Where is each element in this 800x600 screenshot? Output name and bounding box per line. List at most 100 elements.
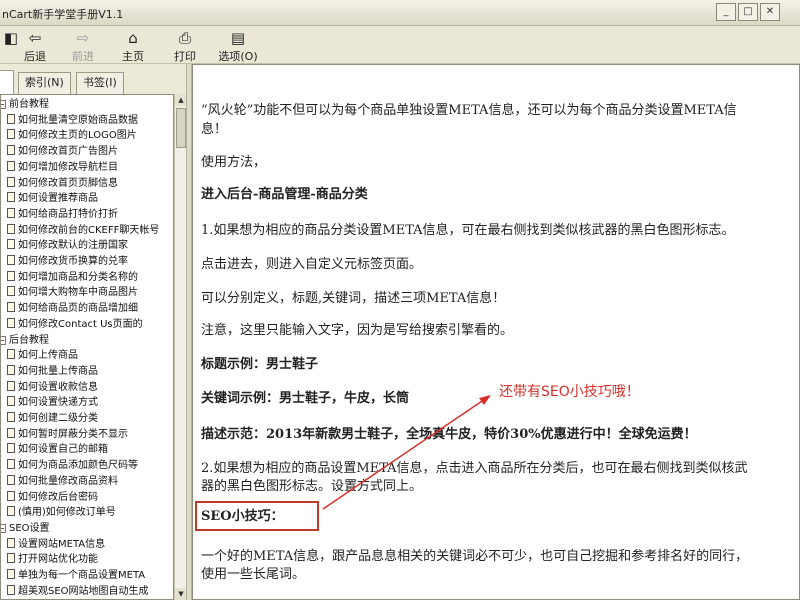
document-icon	[7, 537, 15, 548]
tree-item[interactable]: 如何增加修改导航栏目	[7, 160, 118, 175]
window-title: nCart新手学堂手册V1.1	[2, 8, 124, 21]
tree-folder[interactable]: −SEO设置	[1, 521, 50, 536]
document-icon	[7, 239, 15, 250]
nav-tabs: 目录 索引(N) 书签(I)	[0, 70, 186, 95]
tree-item-label: 如何修改主页的LOGO图片	[18, 130, 137, 142]
tree-item[interactable]: 如何设置快递方式	[7, 395, 98, 410]
tree-item-label: 如何批量修改商品资料	[18, 475, 118, 487]
options-label: 选项(O)	[218, 50, 258, 63]
document-icon	[7, 474, 15, 485]
tree-item-label: 如何修改货币换算的兑率	[18, 256, 128, 267]
print-label: 打印	[174, 50, 196, 63]
tree-item[interactable]: 如何修改首页广告图片	[7, 144, 118, 159]
tree-item[interactable]: (慎用)如何修改订单号	[7, 505, 116, 520]
tree-item[interactable]: 如何修改Contact Us页面的	[7, 317, 143, 332]
tab-bookmarks[interactable]: 书签(I)	[76, 72, 124, 94]
printer-icon: ⎙	[178, 29, 191, 47]
tree-folder[interactable]: −后台教程	[1, 333, 49, 348]
document-icon	[7, 160, 15, 171]
tree-item[interactable]: 如何修改后台密码	[7, 490, 98, 505]
tree-item-label: 前台教程	[9, 99, 49, 110]
document-icon	[7, 569, 15, 579]
tree-item[interactable]: 如何设置自己的邮箱	[7, 442, 108, 457]
document-icon	[7, 443, 15, 454]
maximize-button[interactable]: □	[738, 3, 758, 21]
tree-item-label: (慎用)如何修改订单号	[18, 507, 116, 519]
tree-item[interactable]: 如何上传商品	[7, 348, 78, 363]
print-button[interactable]: ⎙ 打印	[162, 28, 208, 64]
minimize-button[interactable]: _	[716, 3, 736, 21]
options-icon: ▤	[230, 29, 246, 47]
home-button[interactable]: ⌂ 主页	[110, 28, 156, 64]
tree-item[interactable]: 如何批量清空原始商品数据	[7, 113, 138, 128]
tree-item-label: 如何给商品页的商品增加细	[18, 303, 138, 315]
tree-item-label: 如何修改默认的注册国家	[18, 240, 128, 252]
tree-item[interactable]: 如何修改前台的CKEFF聊天帐号	[7, 223, 159, 238]
document-icon	[7, 192, 15, 203]
toolbar: ◧ ⇦ 后退 ⇨ 前进 ⌂ 主页 ⎙ 打印 ▤ 选项(O)	[0, 26, 800, 64]
tree-folder[interactable]: −前台教程	[1, 97, 49, 112]
tab-index[interactable]: 索引(N)	[18, 72, 71, 94]
tree-item-label: 如何修改Contact Us页面的	[18, 318, 143, 330]
forward-button[interactable]: ⇨ 前进	[60, 28, 106, 64]
tree-item-label: 如何创建二级分类	[18, 413, 98, 424]
tree-item-label: 设置网站META信息	[18, 538, 106, 550]
home-label: 主页	[122, 50, 144, 63]
tree-item-label: SEO设置	[9, 522, 50, 534]
tree-item-label: 如何增加修改导航栏目	[18, 161, 118, 173]
tree-item-label: 后台教程	[9, 334, 49, 346]
folder-toggle-icon[interactable]: −	[1, 335, 6, 345]
tree-item[interactable]: 超美观SEO网站地图自动生成	[7, 584, 149, 599]
options-button[interactable]: ▤ 选项(O)	[210, 28, 266, 64]
tree-item[interactable]: 如何给商品打特价打折	[7, 207, 118, 222]
tree-item-label: 如何设置自己的邮箱	[18, 444, 108, 456]
document-icon	[7, 302, 15, 313]
folder-toggle-icon[interactable]: −	[1, 100, 6, 109]
tree-item[interactable]: 如何批量修改商品资料	[7, 474, 118, 489]
folder-toggle-icon[interactable]: −	[1, 523, 6, 533]
document-icon	[7, 207, 15, 218]
tree-item[interactable]: 如何批量上传商品	[7, 364, 98, 379]
document-icon	[7, 113, 15, 124]
back-arrow-icon: ⇦	[28, 29, 42, 47]
tree-scrollbar[interactable]: ▲ ▼	[174, 94, 187, 600]
tree-item[interactable]: 如何增加商品和分类名称的	[7, 270, 138, 285]
document-icon	[7, 506, 15, 517]
document-icon	[7, 459, 15, 470]
tree-item[interactable]: 如何修改主页的LOGO图片	[7, 128, 137, 143]
document-icon	[7, 223, 15, 234]
forward-label: 前进	[72, 50, 94, 63]
document-icon	[7, 270, 15, 281]
tree-item-label: 如何修改首页页脚信息	[18, 177, 118, 189]
document-icon	[7, 412, 15, 422]
tree-item[interactable]: 如何给商品页的商品增加细	[7, 301, 138, 316]
tree-item-label: 如何修改首页广告图片	[18, 146, 118, 158]
tree-item[interactable]: 打开网站优化功能	[7, 552, 98, 567]
tree-item-label: 如何修改前台的CKEFF聊天帐号	[18, 224, 160, 236]
tree-item[interactable]: 如何设置收款信息	[7, 380, 98, 395]
tree-item[interactable]: 如何修改首页页脚信息	[7, 176, 118, 191]
document-icon	[7, 286, 15, 297]
tree-item[interactable]: 如何设置推荐商品	[7, 191, 98, 206]
tree-item[interactable]: 如何创建二级分类	[7, 411, 98, 426]
scroll-thumb[interactable]	[176, 108, 186, 148]
tree-item[interactable]: 单独为每一个商品设置META	[7, 568, 145, 583]
tree-item-label: 如何设置推荐商品	[18, 193, 98, 205]
tree-item[interactable]: 设置网站META信息	[7, 537, 105, 552]
tree-item[interactable]: 如何修改货币换算的兑率	[7, 254, 128, 269]
tree-item[interactable]: 如何为商品添加颜色尺码等	[7, 458, 138, 473]
document-icon	[7, 396, 15, 407]
tree-item[interactable]: 如何增大购物车中商品图片	[7, 285, 138, 300]
contents-tree[interactable]: −前台教程如何批量清空原始商品数据如何修改主页的LOGO图片如何修改首页广告图片…	[0, 94, 174, 600]
tree-item[interactable]: 如何修改默认的注册国家	[7, 238, 128, 253]
document-icon	[7, 145, 15, 156]
document-icon	[7, 584, 15, 595]
document-icon	[7, 129, 15, 140]
tree-item-label: 超美观SEO网站地图自动生成	[18, 585, 149, 597]
tree-item-label: 单独为每一个商品设置META	[18, 570, 146, 581]
close-button[interactable]: ✕	[760, 3, 780, 21]
tree-item-label: 如何暂时屏蔽分类不显示	[18, 428, 128, 440]
tree-item[interactable]: 如何暂时屏蔽分类不显示	[7, 427, 128, 442]
tab-contents[interactable]: 目录	[0, 70, 14, 95]
back-button[interactable]: ⇦ 后退	[12, 28, 58, 64]
